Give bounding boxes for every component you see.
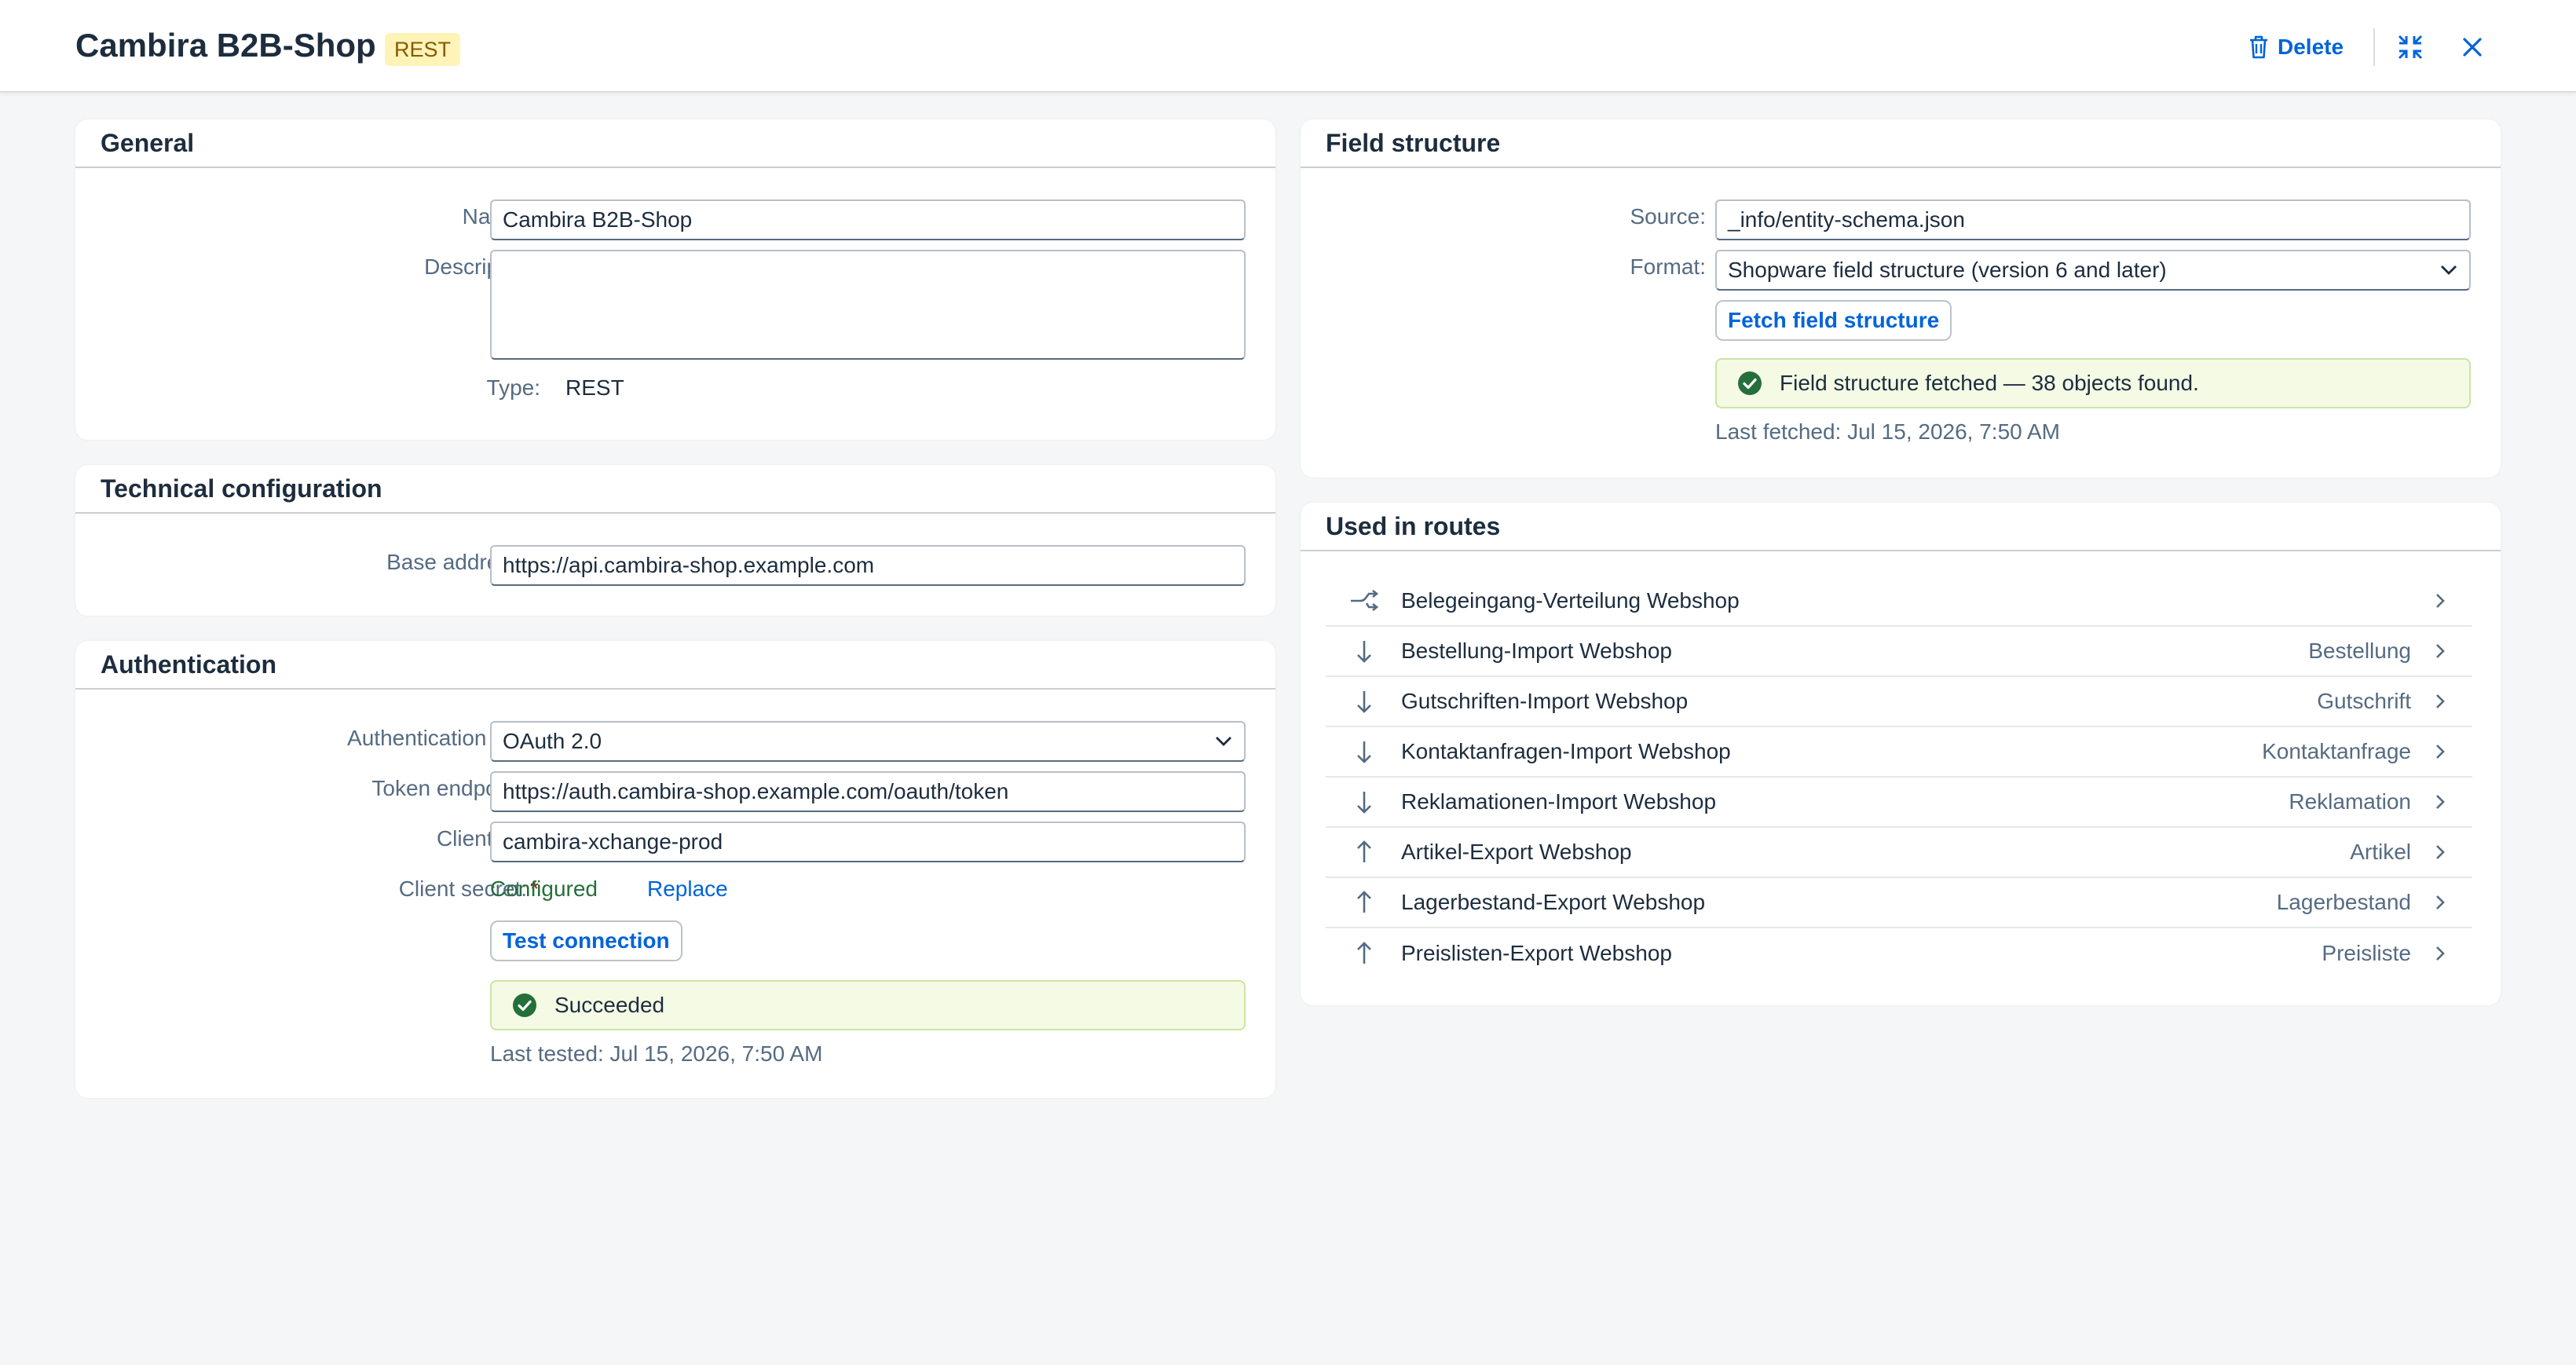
technical-title: Technical configuration — [75, 465, 1275, 514]
chevron-down-icon — [2441, 265, 2457, 275]
route-item[interactable]: Gutschriften-Import Webshop Gutschrift — [1326, 677, 2472, 727]
routes-title: Used in routes — [1301, 503, 2501, 551]
type-badge: REST — [385, 33, 461, 66]
chevron-right-icon — [2435, 844, 2446, 861]
route-object: Kontaktanfrage — [2262, 739, 2411, 763]
general-title: General — [75, 119, 1275, 168]
source-input[interactable]: _info/entity-schema.json — [1715, 199, 2471, 240]
last-tested-text: Last tested: Jul 15, 2026, 7:50 AM — [490, 1041, 823, 1066]
delete-button[interactable]: Delete — [2248, 28, 2344, 66]
chevron-right-icon — [2435, 743, 2446, 760]
arrow-down-icon — [1348, 639, 1381, 664]
authentication-title: Authentication — [75, 641, 1275, 690]
route-name: Artikel-Export Webshop — [1401, 840, 1632, 864]
page-header: Cambira B2B-Shop REST Delete — [0, 0, 2576, 93]
field-structure-title: Field structure — [1301, 119, 2501, 168]
type-value: REST — [565, 375, 624, 400]
close-icon — [2463, 38, 2482, 57]
description-label: Description: — [424, 254, 540, 279]
chevron-right-icon — [2435, 592, 2446, 609]
collapse-button[interactable] — [2397, 28, 2424, 66]
arrow-down-icon — [1348, 689, 1381, 714]
name-input[interactable]: Cambira B2B-Shop — [490, 199, 1246, 240]
chevron-right-icon — [2435, 642, 2446, 660]
replace-secret-link[interactable]: Replace — [647, 876, 728, 902]
route-name: Preislisten-Export Webshop — [1401, 941, 1672, 965]
route-item[interactable]: Lagerbestand-Export Webshop Lagerbestand — [1326, 878, 2472, 928]
chevron-down-icon — [1216, 737, 1231, 746]
general-card: General Name:* Cambira B2B-Shop Descript… — [75, 119, 1275, 440]
chevron-right-icon — [2435, 894, 2446, 911]
type-label: Type: — [486, 375, 540, 400]
connection-result-message: Succeeded — [490, 980, 1246, 1030]
route-item[interactable]: Preislisten-Export Webshop Preisliste — [1326, 928, 2472, 979]
route-object: Reklamation — [2289, 789, 2411, 814]
auth-type-label: Authentication type: — [347, 726, 540, 750]
chevron-right-icon — [2435, 793, 2446, 811]
route-item[interactable]: Bestellung-Import Webshop Bestellung — [1326, 627, 2472, 677]
test-connection-button[interactable]: Test connection — [490, 920, 682, 961]
header-separator — [2373, 28, 2375, 66]
client-id-label: Client ID:* — [436, 826, 539, 851]
auth-type-select[interactable]: OAuth 2.0 — [490, 721, 1246, 762]
route-item[interactable]: Artikel-Export Webshop Artikel — [1326, 828, 2472, 878]
token-endpoint-input[interactable]: https://auth.cambira-shop.example.com/oa… — [490, 771, 1246, 812]
name-label: Name:* — [91, 204, 539, 229]
route-object: Gutschrift — [2317, 689, 2411, 713]
description-textarea[interactable] — [490, 250, 1246, 360]
route-name: Bestellung-Import Webshop — [1401, 639, 1672, 663]
distribute-icon — [1348, 588, 1381, 613]
client-id-input[interactable]: cambira-xchange-prod — [490, 822, 1246, 862]
arrow-down-icon — [1348, 789, 1381, 814]
client-secret-label: Client secret: * — [398, 876, 539, 901]
route-name: Reklamationen-Import Webshop — [1401, 789, 1717, 814]
route-object: Bestellung — [2308, 639, 2411, 663]
page-title: Cambira B2B-Shop — [75, 27, 376, 64]
format-select[interactable]: Shopware field structure (version 6 and … — [1715, 250, 2471, 291]
token-endpoint-label: Token endpoint:* — [371, 776, 539, 800]
arrow-down-icon — [1348, 739, 1381, 764]
route-object: Preisliste — [2322, 941, 2411, 965]
client-secret-status: Configured — [490, 876, 598, 901]
collapse-icon — [2398, 35, 2423, 60]
close-button[interactable] — [2461, 28, 2483, 66]
authentication-card: Authentication Authentication type: OAut… — [75, 641, 1275, 1098]
route-name: Gutschriften-Import Webshop — [1401, 689, 1689, 713]
trash-icon — [2250, 35, 2267, 59]
source-label: Source: — [1630, 204, 1707, 229]
route-object: Artikel — [2350, 840, 2411, 864]
success-icon — [513, 994, 536, 1017]
arrow-up-icon — [1348, 941, 1381, 966]
fetch-field-structure-button[interactable]: Fetch field structure — [1715, 300, 1952, 341]
delete-label: Delete — [2278, 35, 2344, 59]
field-structure-card: Field structure Source: _info/entity-sch… — [1301, 119, 2501, 478]
route-name: Kontaktanfragen-Import Webshop — [1401, 739, 1731, 763]
route-item[interactable]: Kontaktanfragen-Import Webshop Kontaktan… — [1326, 727, 2472, 778]
format-label: Format: — [1630, 254, 1706, 279]
arrow-up-icon — [1348, 840, 1381, 865]
chevron-right-icon — [2435, 945, 2446, 962]
base-address-label: Base address:* — [386, 550, 539, 574]
base-address-input[interactable]: https://api.cambira-shop.example.com — [490, 545, 1246, 586]
routes-card: Used in routes Belegeingang-Verteilung W… — [1301, 503, 2501, 1005]
arrow-up-icon — [1348, 890, 1381, 915]
route-name: Belegeingang-Verteilung Webshop — [1401, 588, 1740, 613]
chevron-right-icon — [2435, 693, 2446, 710]
technical-card: Technical configuration Base address:* h… — [75, 465, 1275, 616]
last-fetched-text: Last fetched: Jul 15, 2026, 7:50 AM — [1715, 419, 2060, 444]
route-item[interactable]: Reklamationen-Import Webshop Reklamation — [1326, 778, 2472, 828]
route-object: Lagerbestand — [2276, 890, 2411, 914]
success-icon — [1738, 371, 1762, 395]
route-name: Lagerbestand-Export Webshop — [1401, 890, 1706, 914]
route-item[interactable]: Belegeingang-Verteilung Webshop — [1326, 576, 2472, 627]
fetch-result-message: Field structure fetched — 38 objects fou… — [1715, 358, 2471, 408]
